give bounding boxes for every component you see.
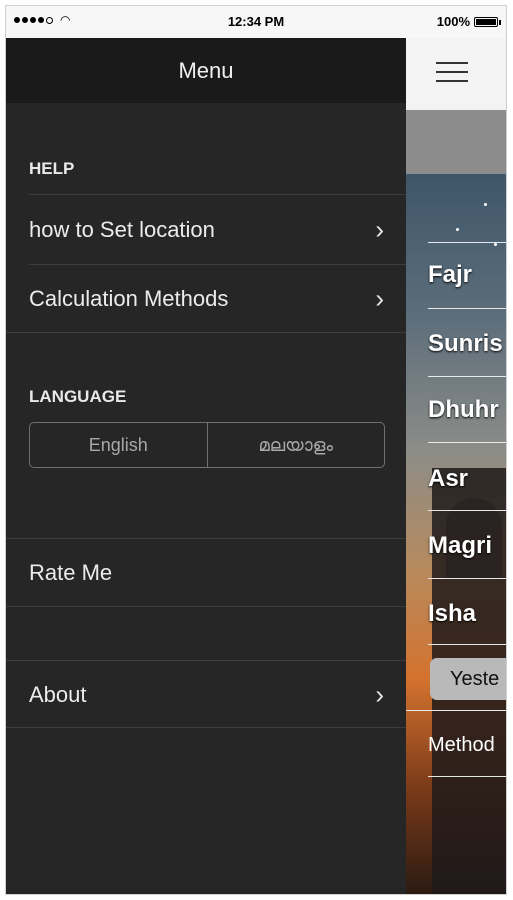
menu-item-set-location[interactable]: how to Set location ›	[29, 197, 406, 263]
language-section-title: LANGUAGE	[29, 387, 127, 406]
help-section-title: HELP	[29, 159, 75, 178]
prayer-name-isha: Isha	[428, 600, 477, 627]
chevron-right-icon: ›	[375, 679, 384, 710]
divider	[428, 376, 506, 377]
menu-title: Menu	[6, 38, 406, 103]
location-band	[406, 110, 506, 174]
side-menu: Menu HELP how to Set location › Calculat…	[6, 38, 406, 894]
star	[494, 243, 497, 246]
hamburger-icon[interactable]	[436, 62, 468, 89]
divider	[428, 242, 506, 243]
star	[484, 203, 487, 206]
divider	[6, 538, 406, 539]
prayer-name-fajr: Fajr	[428, 261, 473, 288]
divider	[6, 606, 406, 607]
prayer-name-asr: Asr	[428, 465, 469, 492]
divider	[6, 727, 406, 728]
top-bar	[406, 38, 506, 110]
menu-item-label: Calculation Methods	[29, 286, 229, 311]
phone-frame: ◠ 12:34 PM 100% Menu HELP how to Set loc…	[5, 5, 507, 895]
prayer-name-sunrise: Sunris	[428, 330, 503, 357]
chevron-right-icon: ›	[375, 283, 384, 314]
divider	[428, 644, 506, 645]
divider	[6, 660, 406, 661]
battery-fill	[476, 18, 496, 25]
language-option-malayalam[interactable]: മലയാളം	[208, 423, 385, 467]
status-bar: ◠ 12:34 PM 100%	[6, 6, 506, 38]
menu-item-rate-me[interactable]: Rate Me	[29, 540, 406, 606]
language-option-english[interactable]: English	[30, 423, 208, 467]
battery-status: 100%	[436, 14, 501, 29]
battery-icon	[474, 16, 501, 27]
chevron-right-icon: ›	[375, 214, 384, 245]
menu-item-label: Rate Me	[29, 560, 113, 585]
method-label: Method	[428, 734, 495, 756]
divider	[29, 264, 406, 265]
status-time: 12:34 PM	[227, 14, 285, 29]
divider	[428, 308, 506, 309]
prayer-name-dhuhr: Dhuhr	[428, 396, 499, 423]
menu-item-calculation-methods[interactable]: Calculation Methods ›	[29, 266, 406, 332]
menu-item-about[interactable]: About ›	[29, 662, 406, 728]
divider	[428, 510, 506, 511]
battery-percent: 100%	[436, 14, 470, 29]
divider	[428, 776, 506, 777]
prayer-name-maghrib: Magri	[428, 532, 493, 559]
divider	[29, 194, 406, 195]
menu-item-label: how to Set location	[29, 217, 215, 242]
divider	[428, 578, 506, 579]
divider	[406, 710, 506, 711]
yesterday-button[interactable]: Yeste	[430, 658, 506, 700]
divider	[428, 442, 506, 443]
language-selector: English മലയാളം	[29, 422, 385, 468]
menu-item-label: About	[29, 682, 87, 707]
star	[456, 228, 459, 231]
divider	[6, 332, 406, 333]
main-view-peek: Fajr Sunris Dhuhr Asr Magri Isha Yeste M…	[406, 38, 506, 894]
